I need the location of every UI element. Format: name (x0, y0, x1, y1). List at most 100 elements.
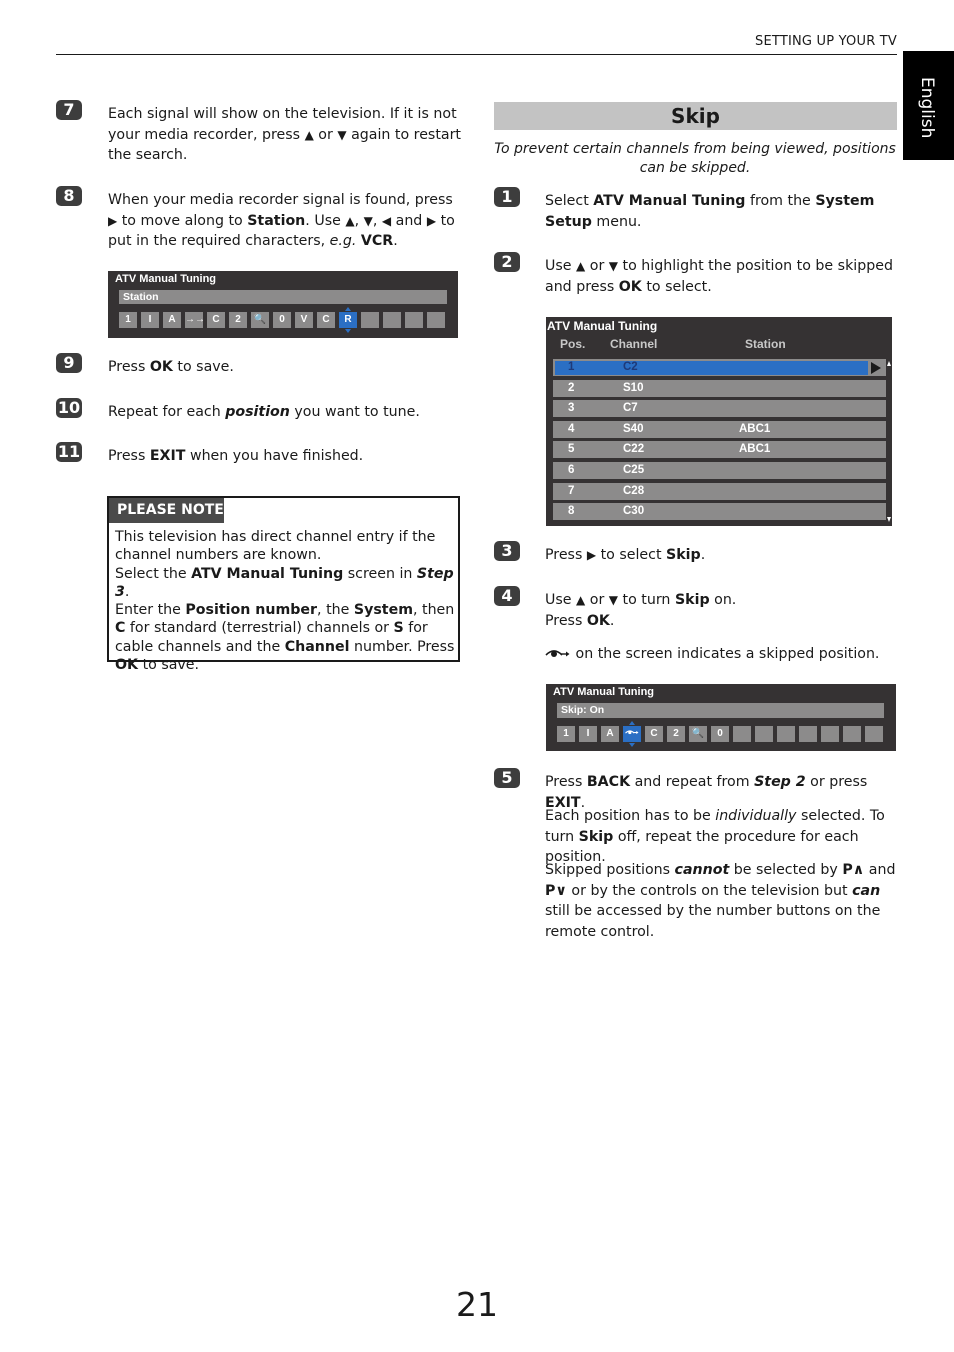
character-cell[interactable] (821, 726, 839, 742)
please-note-heading: PLEASE NOTE (109, 498, 224, 523)
character-cell[interactable] (427, 312, 445, 328)
character-cell[interactable]: C (645, 726, 663, 742)
step-badge: 9 (56, 353, 82, 373)
step-badge: 1 (494, 187, 520, 207)
step-badge: 7 (56, 100, 82, 120)
character-cell[interactable]: 1 (119, 312, 137, 328)
table-row[interactable]: 2 S10 (553, 379, 886, 397)
step-badge: 11 (56, 442, 82, 462)
character-cell[interactable] (799, 726, 817, 742)
right-arrow-icon: ▶ (108, 213, 118, 228)
screen-title: ATV Manual Tuning (553, 686, 655, 698)
table-row[interactable]: 4 S40 ABC1 (553, 420, 886, 438)
character-cell[interactable] (843, 726, 861, 742)
down-arrow-icon: ▼ (608, 593, 619, 607)
please-note-text: This television has direct channel entry… (115, 529, 455, 674)
character-cell[interactable]: A (163, 312, 181, 328)
character-cell[interactable]: C (317, 312, 335, 328)
table-row[interactable]: 3 C7 (553, 400, 886, 418)
cell-channel: C2 (623, 361, 638, 373)
scroll-down-icon[interactable] (887, 517, 891, 522)
step-text: Repeat for each position you want to tun… (108, 404, 420, 420)
step-text: When your media recorder signal is found… (108, 192, 455, 249)
channel-up-icon: P∧ (842, 862, 865, 878)
cell-channel: C28 (623, 484, 645, 497)
cell-pos: 6 (568, 464, 575, 476)
up-arrow-icon: ▲ (304, 127, 314, 142)
character-cell[interactable]: I (141, 312, 159, 328)
scroll-up-icon[interactable] (887, 361, 891, 366)
table-row[interactable]: 6 C25 (553, 462, 886, 479)
character-cell[interactable] (755, 726, 773, 742)
cell-pos: 4 (568, 422, 575, 435)
right-arrow-icon: ▶ (586, 548, 597, 562)
language-tab: English (903, 51, 954, 160)
station-field: Station (119, 290, 447, 304)
character-cell[interactable] (361, 312, 379, 328)
skip-intro: To prevent certain channels from being v… (494, 141, 896, 176)
character-cell[interactable]: 1 (557, 726, 575, 742)
up-arrow-icon: ▲ (345, 213, 355, 228)
channel-down-icon: P∨ (545, 882, 567, 899)
cell-pos: 3 (568, 402, 575, 415)
cell-pos: 1 (568, 361, 575, 373)
character-cell[interactable]: I (579, 726, 597, 742)
character-cell[interactable]: V (295, 312, 313, 328)
character-cell[interactable]: →→ (185, 312, 205, 328)
cell-channel: C25 (623, 464, 645, 476)
character-cell[interactable] (405, 312, 423, 328)
cell-channel: C30 (623, 505, 645, 518)
step-text: Skipped positions cannot be selected by … (545, 862, 896, 940)
cell-pos: 2 (568, 381, 575, 394)
down-arrow-icon: ▼ (363, 213, 373, 228)
tv-screen-channel-list: ATV Manual Tuning Pos. Channel Station 1… (546, 317, 892, 526)
table-row[interactable]: 5 C22 ABC1 (553, 441, 886, 459)
tv-screen-station: ATV Manual Tuning Station 1 I A →→ C 2 🔍 0 V C R (108, 271, 458, 338)
character-cell[interactable]: A (601, 726, 619, 742)
step-text: Use ▲ or ▼ to highlight the position to … (545, 258, 893, 295)
character-cell-selected[interactable] (623, 721, 641, 747)
skip-heading: Skip (494, 102, 897, 130)
table-row[interactable]: 8 C30 (553, 503, 886, 521)
step-badge: 10 (56, 398, 82, 418)
step-text: Select ATV Manual Tuning from the System… (545, 193, 875, 230)
right-arrow-icon (871, 362, 881, 374)
character-cell[interactable]: 0 (273, 312, 291, 328)
cell-pos: 8 (568, 505, 575, 518)
character-cell[interactable]: 2 (229, 312, 247, 328)
character-cell[interactable] (733, 726, 751, 742)
skip-eye-icon (625, 730, 639, 735)
character-cell[interactable]: C (207, 312, 225, 328)
table-row[interactable]: 7 C28 (553, 482, 886, 500)
page-number: 21 (456, 1285, 498, 1324)
step-text: Each signal will show on the television.… (108, 106, 461, 163)
character-cell[interactable] (777, 726, 795, 742)
step-badge: 5 (494, 768, 520, 788)
step-text: Press EXIT when you have finished. (108, 448, 364, 464)
cell-channel: C7 (623, 402, 638, 415)
step-text: Press ▶ to select Skip. (545, 547, 706, 563)
screen-title: ATV Manual Tuning (115, 273, 217, 285)
cell-station: ABC1 (739, 443, 771, 456)
character-cell[interactable]: 0 (711, 726, 729, 742)
cell-pos: 7 (568, 484, 575, 497)
table-row[interactable]: 1 C2 (553, 359, 886, 376)
cell-pos: 5 (568, 443, 575, 456)
tv-screen-skip: ATV Manual Tuning Skip: On 1 I A C 2 🔍 0 (546, 684, 896, 751)
character-cell[interactable] (865, 726, 883, 742)
character-cell[interactable] (383, 312, 401, 328)
character-cell[interactable]: 🔍 (251, 312, 269, 328)
right-arrow-icon: ▶ (426, 213, 437, 228)
header-divider (56, 54, 897, 55)
step-text: Use ▲ or ▼ to turn Skip on. Press OK. (545, 592, 737, 629)
section-title: SETTING UP YOUR TV (755, 34, 897, 49)
character-cell[interactable]: 🔍 (689, 726, 707, 742)
step-badge: 8 (56, 186, 82, 206)
character-cell-selected[interactable]: R (339, 307, 357, 333)
row-highlight (555, 361, 868, 375)
column-header-pos: Pos. (560, 337, 586, 351)
up-arrow-icon: ▲ (576, 259, 586, 273)
character-cell[interactable]: 2 (667, 726, 685, 742)
down-arrow-icon: ▼ (337, 127, 347, 142)
character-cells: 1 I A C 2 🔍 0 (557, 721, 883, 747)
